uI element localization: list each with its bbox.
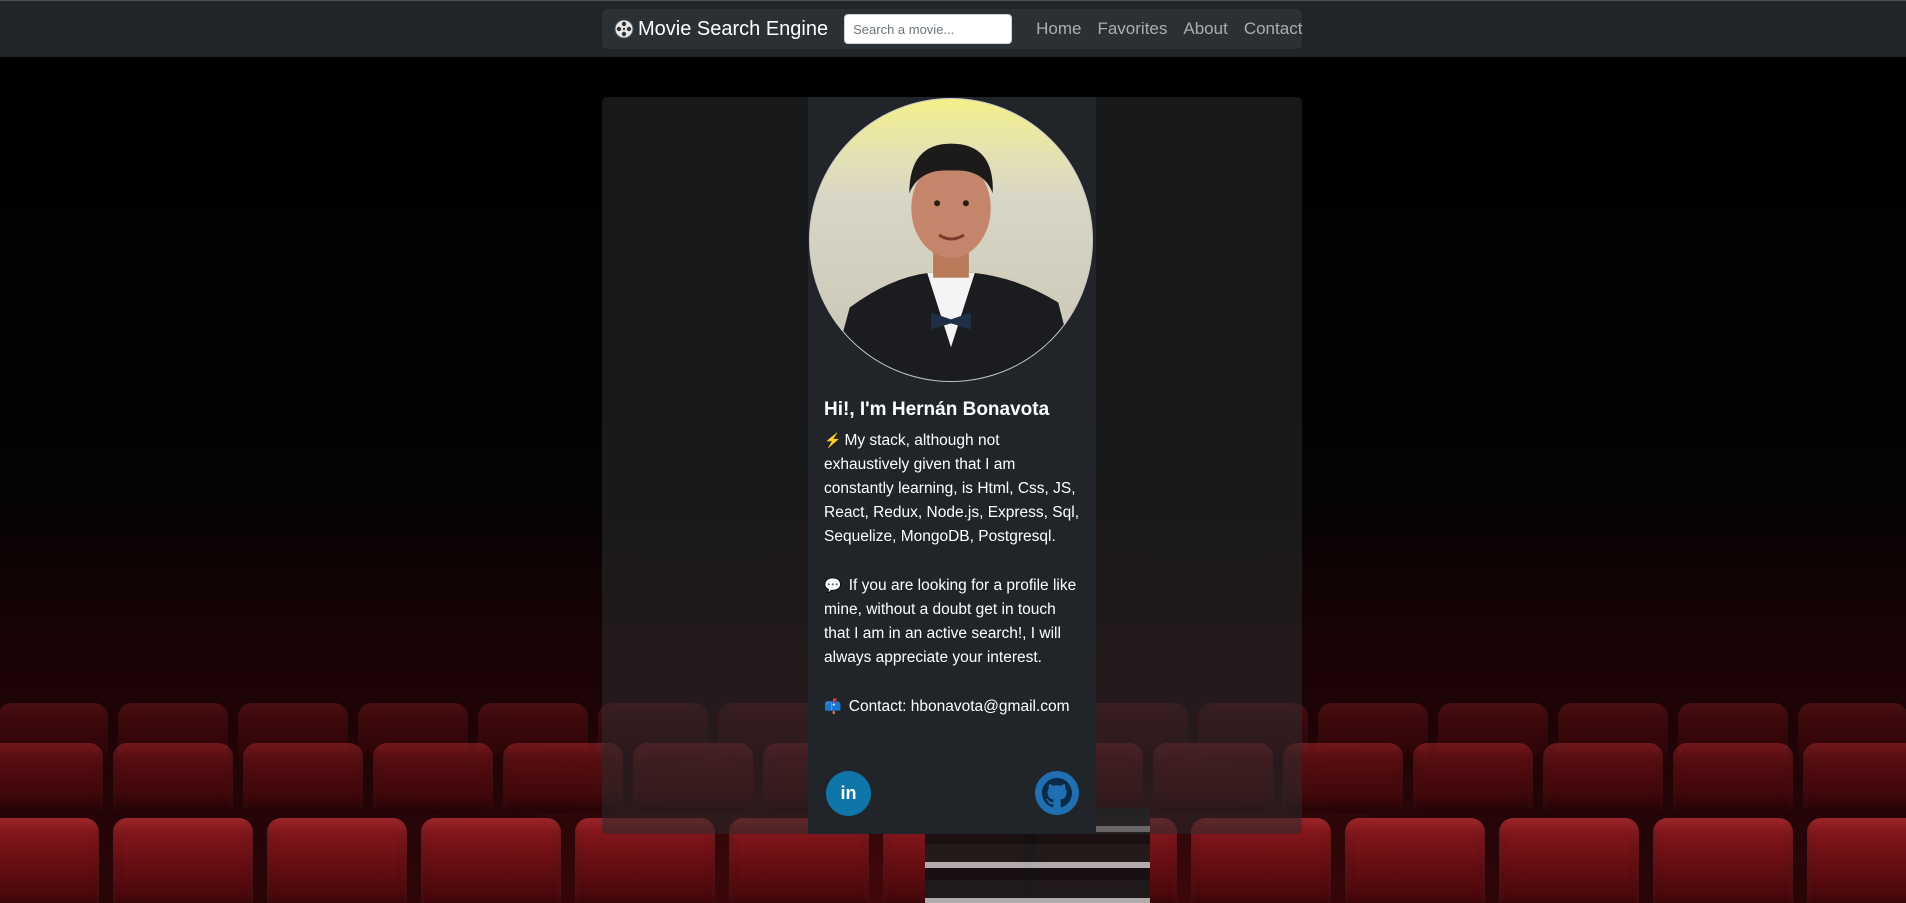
search-input[interactable] [844, 14, 1013, 44]
stack-paragraph: ⚡ My stack, although not exhaustively giv… [824, 428, 1084, 549]
nav-links: Home Favorites About Contact [1028, 19, 1310, 39]
navbar: Movie Search Engine Home Favorites About… [602, 9, 1302, 49]
brand-title: Movie Search Engine [638, 17, 829, 40]
contact-paragraph: 📫 Contact: hbonavota@gmail.com [824, 694, 1084, 719]
stack-text: My stack, although not exhaustively give… [824, 432, 1080, 545]
avatar [809, 98, 1093, 382]
search-paragraph: 💬 If you are looking for a profile like … [824, 573, 1084, 670]
nav-link-favorites[interactable]: Favorites [1089, 19, 1175, 39]
speech-bubble-icon: 💬 [824, 577, 842, 593]
linkedin-label: in [840, 782, 857, 803]
card-body: Hi!, I'm Hernán Bonavota ⚡ My stack, alth… [824, 399, 1084, 743]
nav-link-contact[interactable]: Contact [1236, 19, 1311, 39]
social-links: in [826, 770, 1080, 816]
brand-link[interactable]: Movie Search Engine [614, 18, 828, 41]
nav-link-about[interactable]: About [1175, 19, 1235, 39]
mailbox-icon: 📫 [824, 698, 842, 714]
profile-card: Hi!, I'm Hernán Bonavota ⚡ My stack, alth… [808, 97, 1096, 834]
lightning-icon: ⚡ [824, 432, 842, 448]
contact-text: Contact: hbonavota@gmail.com [848, 698, 1070, 715]
github-icon[interactable] [1034, 770, 1080, 816]
linkedin-icon[interactable]: in [826, 770, 871, 816]
profile-heading: Hi!, I'm Hernán Bonavota [824, 399, 1050, 420]
search-text: If you are looking for a profile like mi… [824, 577, 1077, 666]
film-reel-icon [614, 19, 634, 39]
nav-link-home[interactable]: Home [1028, 19, 1089, 39]
